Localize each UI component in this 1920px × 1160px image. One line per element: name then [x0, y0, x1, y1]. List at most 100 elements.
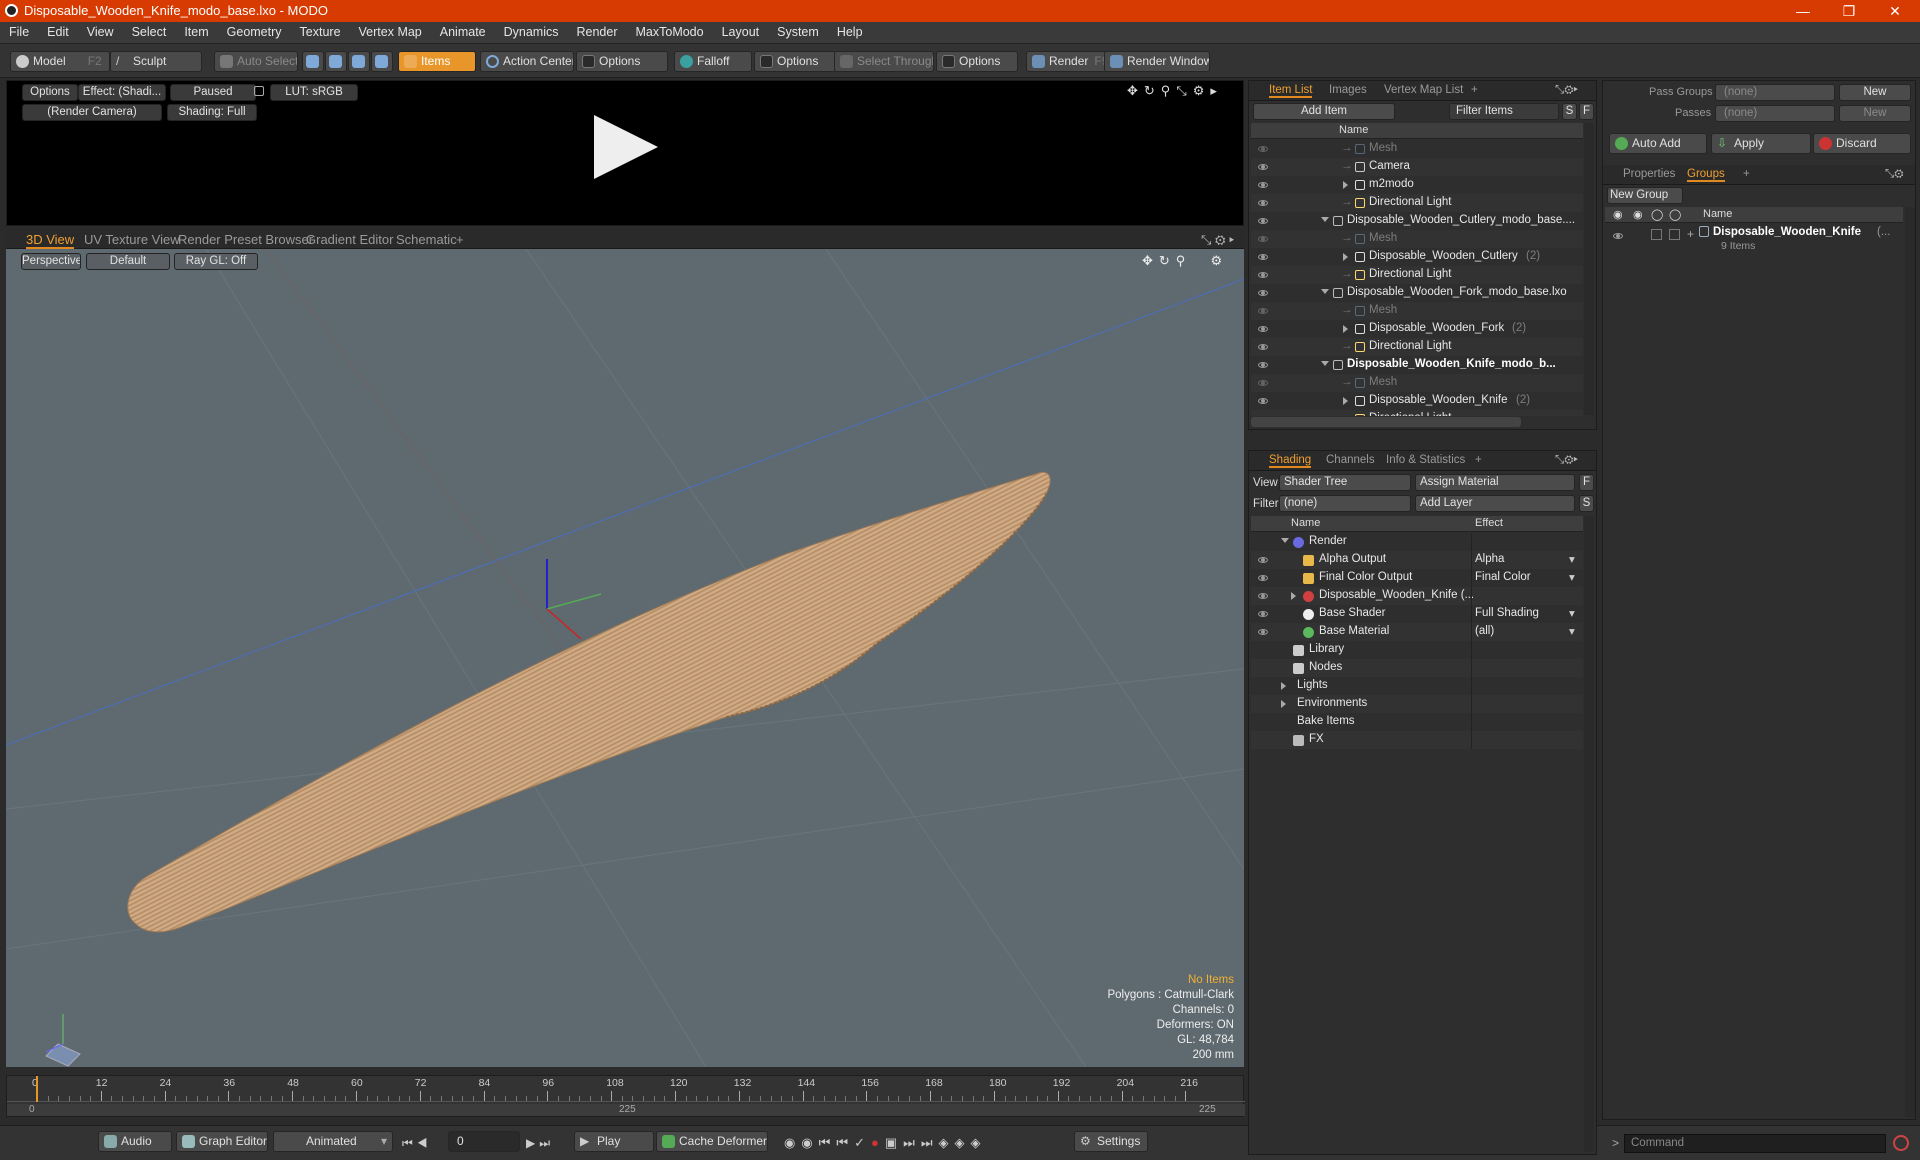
shader-tree-row[interactable]: FX: [1251, 731, 1583, 749]
item-list-row[interactable]: → Directional Light: [1251, 194, 1583, 212]
close-button[interactable]: ✕: [1872, 0, 1918, 22]
visibility-eye-icon[interactable]: [1258, 272, 1268, 278]
menu-render[interactable]: Render: [568, 22, 627, 39]
menu-select[interactable]: Select: [123, 22, 176, 39]
edges-mode-button[interactable]: [325, 51, 347, 72]
items-mode-button[interactable]: Items: [398, 51, 476, 72]
lock-column-icon[interactable]: ◯: [1651, 208, 1663, 221]
sculpt-mode-button[interactable]: / Sculpt: [110, 51, 202, 72]
action-center-button[interactable]: Action Center: [480, 51, 574, 72]
item-list-row[interactable]: Disposable_Wooden_Fork (2): [1251, 320, 1583, 338]
visibility-eye-icon[interactable]: [1258, 593, 1268, 599]
tab-gradient-editor[interactable]: Gradient Editor: [306, 232, 393, 247]
tab-item-list[interactable]: Item List: [1269, 84, 1313, 98]
tab-info-statistics[interactable]: Info & Statistics: [1386, 454, 1465, 466]
shading-s-button[interactable]: S: [1579, 495, 1594, 512]
panel-tools-icon[interactable]: ⤡⚙: [1885, 168, 1904, 181]
eye-column-icon[interactable]: ◉: [1613, 208, 1623, 221]
tab-images[interactable]: Images: [1329, 84, 1367, 96]
record-command-icon[interactable]: [1893, 1135, 1909, 1151]
timeline-range-bar[interactable]: 0 225 225: [7, 1104, 1245, 1116]
visibility-eye-icon[interactable]: [1258, 344, 1268, 350]
command-input[interactable]: Command: [1624, 1134, 1886, 1153]
effect-dropdown[interactable]: Full Shading: [1475, 607, 1539, 619]
expand-arrow-icon[interactable]: [1281, 700, 1286, 708]
view-dropdown[interactable]: Shader Tree: [1279, 474, 1411, 491]
shader-tree-row[interactable]: Environments: [1251, 695, 1583, 713]
item-list-row[interactable]: Disposable_Wooden_Knife_modo_b...: [1251, 356, 1583, 374]
audio-button[interactable]: Audio: [98, 1131, 172, 1152]
menu-help[interactable]: Help: [828, 22, 872, 39]
play-icon[interactable]: [594, 115, 658, 179]
shader-tree-row[interactable]: Library: [1251, 641, 1583, 659]
tab-3d-view[interactable]: 3D View: [26, 232, 75, 249]
visibility-eye-icon[interactable]: [1258, 398, 1268, 404]
shader-tree-row[interactable]: Render: [1251, 533, 1583, 551]
menu-maxtomodo[interactable]: MaxToModo: [627, 22, 713, 39]
settings-button[interactable]: ⚙ Settings: [1074, 1131, 1148, 1152]
key-tools-icons[interactable]: ◉◉⏮⏮✓●▣⏭⏭◈◈◈: [784, 1135, 987, 1151]
filter-f-button[interactable]: F: [1579, 103, 1594, 120]
add-layer-dropdown[interactable]: Add Layer: [1415, 495, 1575, 512]
effect-dropdown[interactable]: Alpha: [1475, 553, 1504, 565]
collapse-arrow-icon[interactable]: [1321, 217, 1329, 222]
render-button[interactable]: Render F9: [1026, 51, 1108, 72]
minimize-button[interactable]: —: [1780, 0, 1826, 22]
menu-geometry[interactable]: Geometry: [218, 22, 291, 39]
render-window-button[interactable]: Render Window: [1104, 51, 1210, 72]
effect-dropdown[interactable]: Final Color: [1475, 571, 1531, 583]
visibility-eye-icon[interactable]: [1258, 611, 1268, 617]
cache-deformers-button[interactable]: Cache Deformers: [656, 1131, 768, 1152]
menu-view[interactable]: View: [78, 22, 123, 39]
item-list-row[interactable]: m2modo: [1251, 176, 1583, 194]
viewport-nav-icons[interactable]: ✥↻⚲ ⚙: [1142, 253, 1228, 269]
model-mode-button[interactable]: Model F2: [10, 51, 110, 72]
item-list-row[interactable]: → Directional Light: [1251, 410, 1583, 416]
menu-animate[interactable]: Animate: [431, 22, 495, 39]
groups-scrollbar[interactable]: [1905, 207, 1915, 1117]
falloff-options-button[interactable]: Options: [754, 51, 836, 72]
add-tab-button[interactable]: +: [1743, 168, 1750, 180]
auto-add-button[interactable]: Auto Add: [1609, 133, 1707, 154]
item-list-row[interactable]: → Mesh: [1251, 140, 1583, 158]
tab-vertex-map-list[interactable]: Vertex Map List: [1384, 84, 1463, 96]
effect-column-header[interactable]: Effect: [1475, 517, 1503, 529]
visibility-eye-icon[interactable]: [1258, 290, 1268, 296]
expand-arrow-icon[interactable]: [1343, 397, 1348, 405]
transport-forward-icons[interactable]: ▶⏭: [526, 1136, 554, 1151]
transport-back-icons[interactable]: ⏮◀: [402, 1136, 432, 1151]
menu-edit[interactable]: Edit: [38, 22, 78, 39]
tab-render-preset-browser[interactable]: Render Preset Browser: [178, 232, 313, 247]
collapse-arrow-icon[interactable]: [1281, 538, 1289, 543]
raygl-dropdown[interactable]: Ray GL: Off: [174, 253, 258, 270]
chevron-down-icon[interactable]: ▾: [1569, 552, 1575, 566]
discard-button[interactable]: Discard: [1813, 133, 1911, 154]
item-list-hscrollbar[interactable]: [1251, 417, 1521, 427]
shader-tree-row[interactable]: Alpha Output Alpha ▾: [1251, 551, 1583, 569]
item-list-row[interactable]: Disposable_Wooden_Cutlery (2): [1251, 248, 1583, 266]
expand-arrow-icon[interactable]: [1291, 592, 1296, 600]
collapse-arrow-icon[interactable]: [1321, 361, 1329, 366]
add-item-dropdown[interactable]: Add Item: [1253, 103, 1395, 120]
shader-tree-row[interactable]: Bake Items: [1251, 713, 1583, 731]
item-list-row[interactable]: → Directional Light: [1251, 266, 1583, 284]
visibility-eye-icon[interactable]: [1258, 146, 1268, 152]
filter-items-input[interactable]: Filter Items: [1449, 103, 1559, 120]
add-tab-button[interactable]: +: [1475, 454, 1482, 466]
menu-dynamics[interactable]: Dynamics: [495, 22, 568, 39]
passes-dropdown[interactable]: (none): [1715, 105, 1835, 122]
expand-arrow-icon[interactable]: [1343, 181, 1348, 189]
name-column-header[interactable]: Name: [1291, 517, 1320, 529]
shading-f-button[interactable]: F: [1579, 474, 1594, 491]
filter-dropdown[interactable]: (none): [1279, 495, 1411, 512]
tab-groups[interactable]: Groups: [1687, 168, 1725, 182]
preview-effect-dropdown[interactable]: Effect: (Shadi...: [78, 84, 166, 101]
select-checkbox[interactable]: [1669, 229, 1680, 240]
item-list-row[interactable]: → Mesh: [1251, 302, 1583, 320]
visibility-eye-icon[interactable]: [1258, 380, 1268, 386]
visibility-eye-icon[interactable]: [1258, 308, 1268, 314]
item-list-row[interactable]: → Mesh: [1251, 374, 1583, 392]
menu-file[interactable]: File: [0, 22, 38, 39]
preview-options-button[interactable]: Options: [22, 84, 78, 101]
visibility-eye-icon[interactable]: [1258, 164, 1268, 170]
